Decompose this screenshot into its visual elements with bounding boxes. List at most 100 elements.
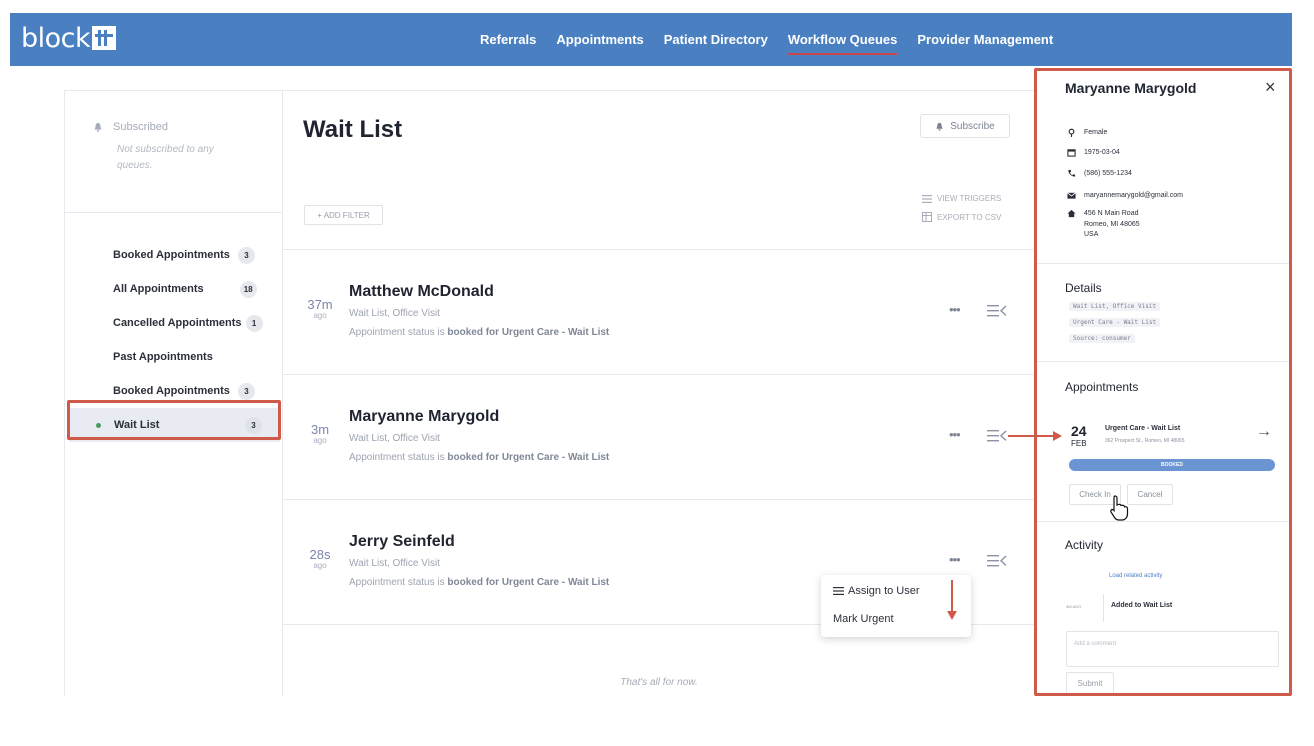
patient-name[interactable]: Matthew McDonald bbox=[349, 283, 494, 301]
queue-item-label: Booked Appointments bbox=[113, 249, 230, 261]
envelope-icon bbox=[1067, 192, 1076, 199]
appointment-day: 24 bbox=[1071, 423, 1087, 439]
more-options-button[interactable]: ••• bbox=[949, 552, 961, 567]
phone-value: (586) 555-1234 bbox=[1084, 170, 1132, 177]
time-ago-value: 3m bbox=[310, 422, 330, 437]
comment-input[interactable]: Add a comment bbox=[1066, 631, 1279, 667]
arrow-right-icon[interactable]: → bbox=[1256, 423, 1272, 441]
subscribed-label: Subscribed bbox=[113, 121, 169, 133]
submit-button[interactable]: Submit bbox=[1066, 672, 1114, 693]
load-related-activity-link[interactable]: Load related activity bbox=[1109, 573, 1162, 579]
close-icon[interactable]: × bbox=[1265, 77, 1276, 98]
detail-chip: Urgent Care - Wait List bbox=[1069, 318, 1161, 327]
subscribe-label: Subscribe bbox=[950, 120, 995, 132]
assign-to-user-option[interactable]: Assign to User bbox=[821, 577, 971, 605]
queue-actions-icon[interactable] bbox=[987, 304, 1007, 318]
logo-text: block bbox=[21, 22, 91, 54]
block-logo[interactable]: block bbox=[21, 22, 117, 54]
status-prefix: Appointment status is bbox=[349, 452, 448, 463]
list-item[interactable]: 3m ago Maryanne Marygold Wait List, Offi… bbox=[283, 376, 1035, 500]
timeline-line bbox=[1103, 594, 1104, 622]
subscribed-row: Subscribed bbox=[93, 121, 282, 133]
dob-row: 1975-03-04 bbox=[1067, 148, 1120, 159]
status-badge: BOOKED bbox=[1069, 459, 1275, 471]
active-dot-icon bbox=[96, 422, 101, 428]
mark-urgent-option[interactable]: Mark Urgent bbox=[821, 605, 971, 633]
divider bbox=[283, 249, 1034, 250]
subscription-block: Subscribed Not subscribed to any queues. bbox=[65, 91, 282, 213]
item-tags: Wait List, Office Visit bbox=[349, 558, 440, 569]
status-prefix: Appointment status is bbox=[349, 577, 448, 588]
time-ago: 3m ago bbox=[303, 422, 337, 445]
queue-item-wait-list[interactable]: Wait List 3 bbox=[69, 408, 280, 442]
queue-count-badge: 18 bbox=[239, 280, 257, 298]
time-ago-value: 28s bbox=[309, 547, 331, 562]
add-filter-button[interactable]: + ADD FILTER bbox=[304, 205, 383, 225]
queue-actions-icon[interactable] bbox=[987, 429, 1007, 443]
view-triggers-link[interactable]: VIEW TRIGGERS bbox=[922, 194, 1001, 203]
appointments-heading: Appointments bbox=[1065, 380, 1139, 394]
more-options-button[interactable]: ••• bbox=[949, 427, 961, 442]
activity-heading: Activity bbox=[1065, 538, 1104, 552]
item-tags: Wait List, Office Visit bbox=[349, 433, 440, 444]
calendar-icon bbox=[1067, 149, 1076, 157]
appointment-month: FEB bbox=[1071, 439, 1087, 448]
subscribe-button[interactable]: Subscribe bbox=[920, 114, 1010, 138]
nav-referrals[interactable]: Referrals bbox=[480, 32, 536, 47]
divider bbox=[1037, 263, 1289, 264]
cancel-button[interactable]: Cancel bbox=[1127, 484, 1173, 505]
nav-appointments[interactable]: Appointments bbox=[556, 32, 643, 47]
item-status: Appointment status is booked for Urgent … bbox=[349, 577, 609, 588]
queue-item-label: All Appointments bbox=[113, 283, 204, 295]
status-detail: booked for Urgent Care - Wait List bbox=[447, 327, 610, 338]
item-status: Appointment status is booked for Urgent … bbox=[349, 452, 609, 463]
list-item[interactable]: 37m ago Matthew McDonald Wait List, Offi… bbox=[283, 251, 1035, 375]
item-actions-menu: Assign to User Mark Urgent bbox=[821, 575, 971, 637]
email-row: maryannemarygold@gmail.com bbox=[1067, 191, 1183, 202]
time-ago-suffix: ago bbox=[313, 561, 327, 570]
export-csv-link[interactable]: EXPORT TO CSV bbox=[922, 212, 1001, 222]
queue-item-label: Cancelled Appointments bbox=[113, 317, 242, 329]
more-options-button[interactable]: ••• bbox=[949, 302, 961, 317]
page-title: Wait List bbox=[303, 116, 403, 143]
queue-actions-icon[interactable] bbox=[987, 554, 1007, 568]
main-nav: Referrals Appointments Patient Directory… bbox=[480, 13, 1053, 66]
detail-chip: Wait List, Office Visit bbox=[1069, 302, 1161, 311]
home-icon bbox=[1067, 209, 1076, 218]
status-prefix: Appointment status is bbox=[349, 327, 448, 338]
time-ago: 28s ago bbox=[303, 547, 337, 570]
address-line-2: Romeo, MI 48065 bbox=[1084, 220, 1140, 228]
nav-provider-management[interactable]: Provider Management bbox=[917, 32, 1053, 47]
view-triggers-label: VIEW TRIGGERS bbox=[937, 194, 1002, 203]
queue-count-badge: 1 bbox=[245, 314, 263, 332]
subscribed-note: Not subscribed to any queues. bbox=[117, 144, 214, 171]
gender-row: Female bbox=[1067, 128, 1107, 139]
nav-patient-directory[interactable]: Patient Directory bbox=[664, 32, 768, 47]
queue-item-past-appointments[interactable]: Past Appointments bbox=[65, 340, 282, 374]
phone-icon bbox=[1068, 169, 1076, 177]
queue-list: Booked Appointments 3 All Appointments 1… bbox=[65, 213, 282, 442]
queue-item-all-appointments[interactable]: All Appointments 18 bbox=[65, 272, 282, 306]
queue-sidebar: Subscribed Not subscribed to any queues.… bbox=[64, 90, 282, 696]
gender-value: Female bbox=[1084, 129, 1108, 136]
status-detail: booked for Urgent Care - Wait List bbox=[447, 577, 610, 588]
queue-item-cancelled-appointments[interactable]: Cancelled Appointments 1 bbox=[65, 306, 282, 340]
patient-name[interactable]: Jerry Seinfeld bbox=[349, 533, 455, 551]
nav-workflow-queues[interactable]: Workflow Queues bbox=[787, 32, 897, 55]
list-icon bbox=[833, 587, 844, 595]
export-csv-label: EXPORT TO CSV bbox=[937, 212, 1002, 222]
patient-name[interactable]: Maryanne Marygold bbox=[349, 408, 499, 426]
end-of-list-note: That's all for now. bbox=[620, 677, 698, 688]
queue-count-badge: 3 bbox=[237, 382, 255, 400]
queue-item-booked-appointments[interactable]: Booked Appointments 3 bbox=[65, 238, 282, 272]
logo-mark-icon bbox=[92, 26, 117, 50]
queue-item-booked-appointments-2[interactable]: Booked Appointments 3 bbox=[65, 374, 282, 408]
check-in-button[interactable]: Check In bbox=[1069, 484, 1121, 505]
activity-time-ago: 4M AGO bbox=[1066, 604, 1082, 609]
divider bbox=[1037, 361, 1289, 362]
time-ago-value: 37m bbox=[307, 297, 333, 312]
phone-row: (586) 555-1234 bbox=[1067, 169, 1132, 180]
divider bbox=[1037, 521, 1289, 522]
activity-text: Added to Wait List bbox=[1111, 602, 1173, 609]
appointment-title: Urgent Care - Wait List bbox=[1105, 425, 1181, 432]
